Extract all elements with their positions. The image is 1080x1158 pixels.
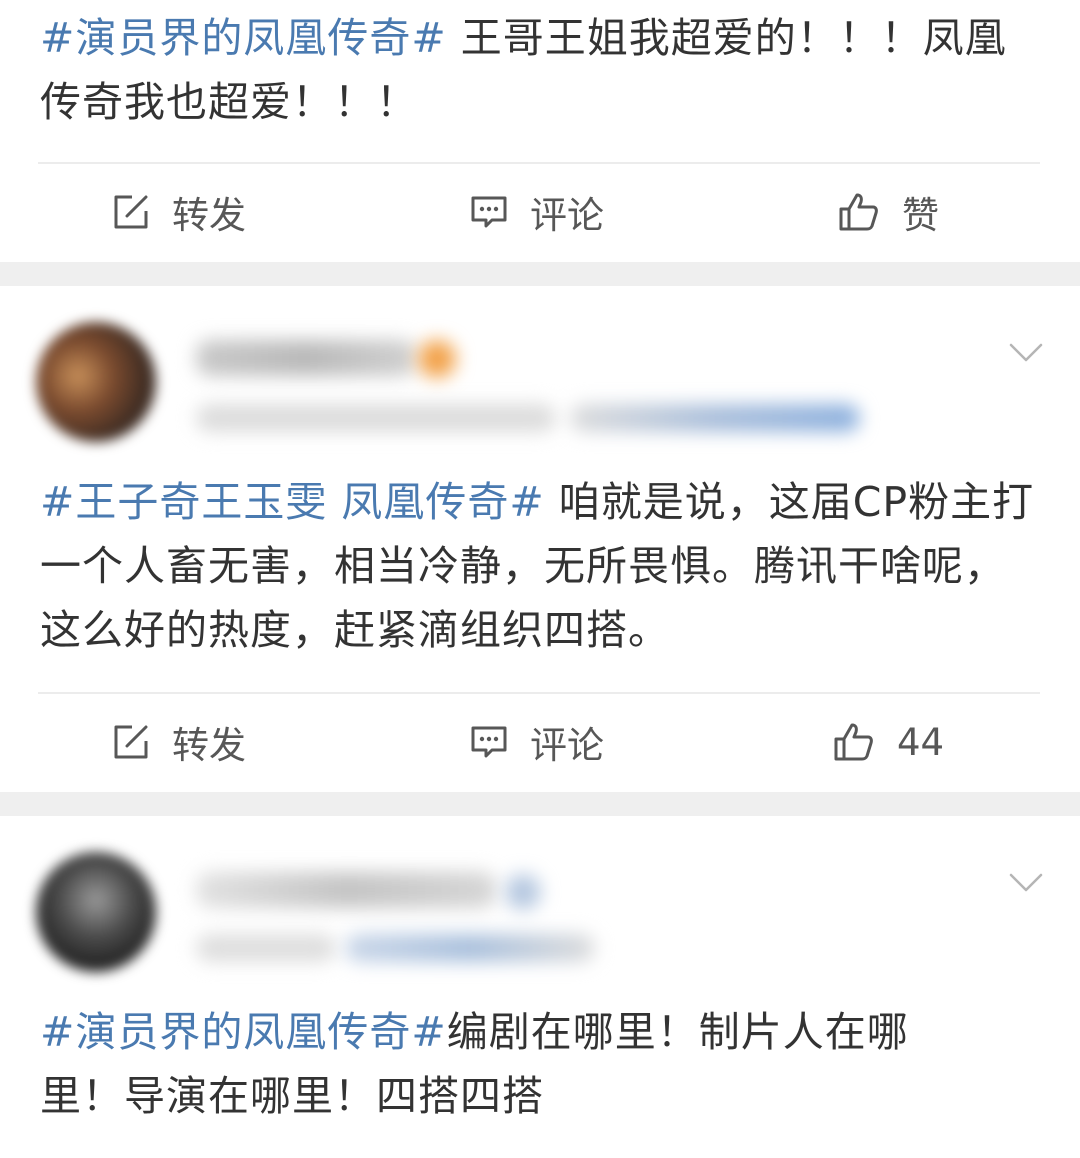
comment-bubble-icon xyxy=(471,196,507,228)
post-1-repost-label: 转发 xyxy=(172,194,246,237)
chevron-down-icon[interactable] xyxy=(1009,873,1043,893)
post-1-repost-button[interactable]: 转发 xyxy=(112,182,246,242)
post-2-like-button[interactable]: 44 xyxy=(833,712,944,772)
thumbs-up-icon xyxy=(834,723,873,761)
post-3-avatar[interactable] xyxy=(36,852,156,972)
post-2-meta xyxy=(196,404,556,432)
post-2-text: #王子奇王玉雯 凤凰传奇# 咱就是说，这届CP粉主打一个人畜无害，相当冷静，无所… xyxy=(40,470,1040,662)
post-2-repost-button[interactable]: 转发 xyxy=(112,712,246,772)
post-1-divider xyxy=(38,162,1040,164)
comment-bubble-icon xyxy=(471,726,507,758)
post-1-comment-button[interactable]: 评论 xyxy=(470,182,604,242)
post-3-text: #演员界的凤凰传奇#编剧在哪里！制片人在哪里！导演在哪里！四搭四搭 xyxy=(40,1000,980,1128)
post-2-source xyxy=(570,404,860,432)
post-2-comment-button[interactable]: 评论 xyxy=(470,712,604,772)
post-3-username[interactable] xyxy=(196,872,496,908)
post-2-like-count: 44 xyxy=(897,720,945,764)
edit-share-icon xyxy=(114,725,148,759)
post-3-meta xyxy=(196,934,336,962)
feed-separator xyxy=(0,792,1080,816)
post-2-hashtag[interactable]: #王子奇王玉雯 凤凰传奇# xyxy=(40,478,545,526)
post-2-badge xyxy=(418,340,456,378)
post-1-comment-label: 评论 xyxy=(530,194,604,237)
post-2-username[interactable] xyxy=(196,340,416,376)
edit-share-icon xyxy=(114,195,148,229)
post-2-repost-label: 转发 xyxy=(172,724,246,767)
post-1-like-label: 赞 xyxy=(902,194,939,237)
post-2-avatar[interactable] xyxy=(36,322,156,442)
post-3-hashtag[interactable]: #演员界的凤凰传奇# xyxy=(40,1008,447,1056)
chevron-down-icon[interactable] xyxy=(1009,343,1043,363)
post-1-text: #演员界的凤凰传奇# 王哥王姐我超爱的！！！凤凰传奇我也超爱！！！ xyxy=(40,6,1040,134)
feed-separator xyxy=(0,262,1080,286)
post-1-like-button[interactable]: 赞 xyxy=(838,182,939,242)
post-3-badge xyxy=(505,874,541,910)
post-3-source xyxy=(345,934,595,962)
post-2-divider xyxy=(38,692,1040,694)
thumbs-up-icon xyxy=(839,193,878,231)
post-1-hashtag[interactable]: #演员界的凤凰传奇# xyxy=(40,14,447,62)
post-2-comment-label: 评论 xyxy=(530,724,604,767)
